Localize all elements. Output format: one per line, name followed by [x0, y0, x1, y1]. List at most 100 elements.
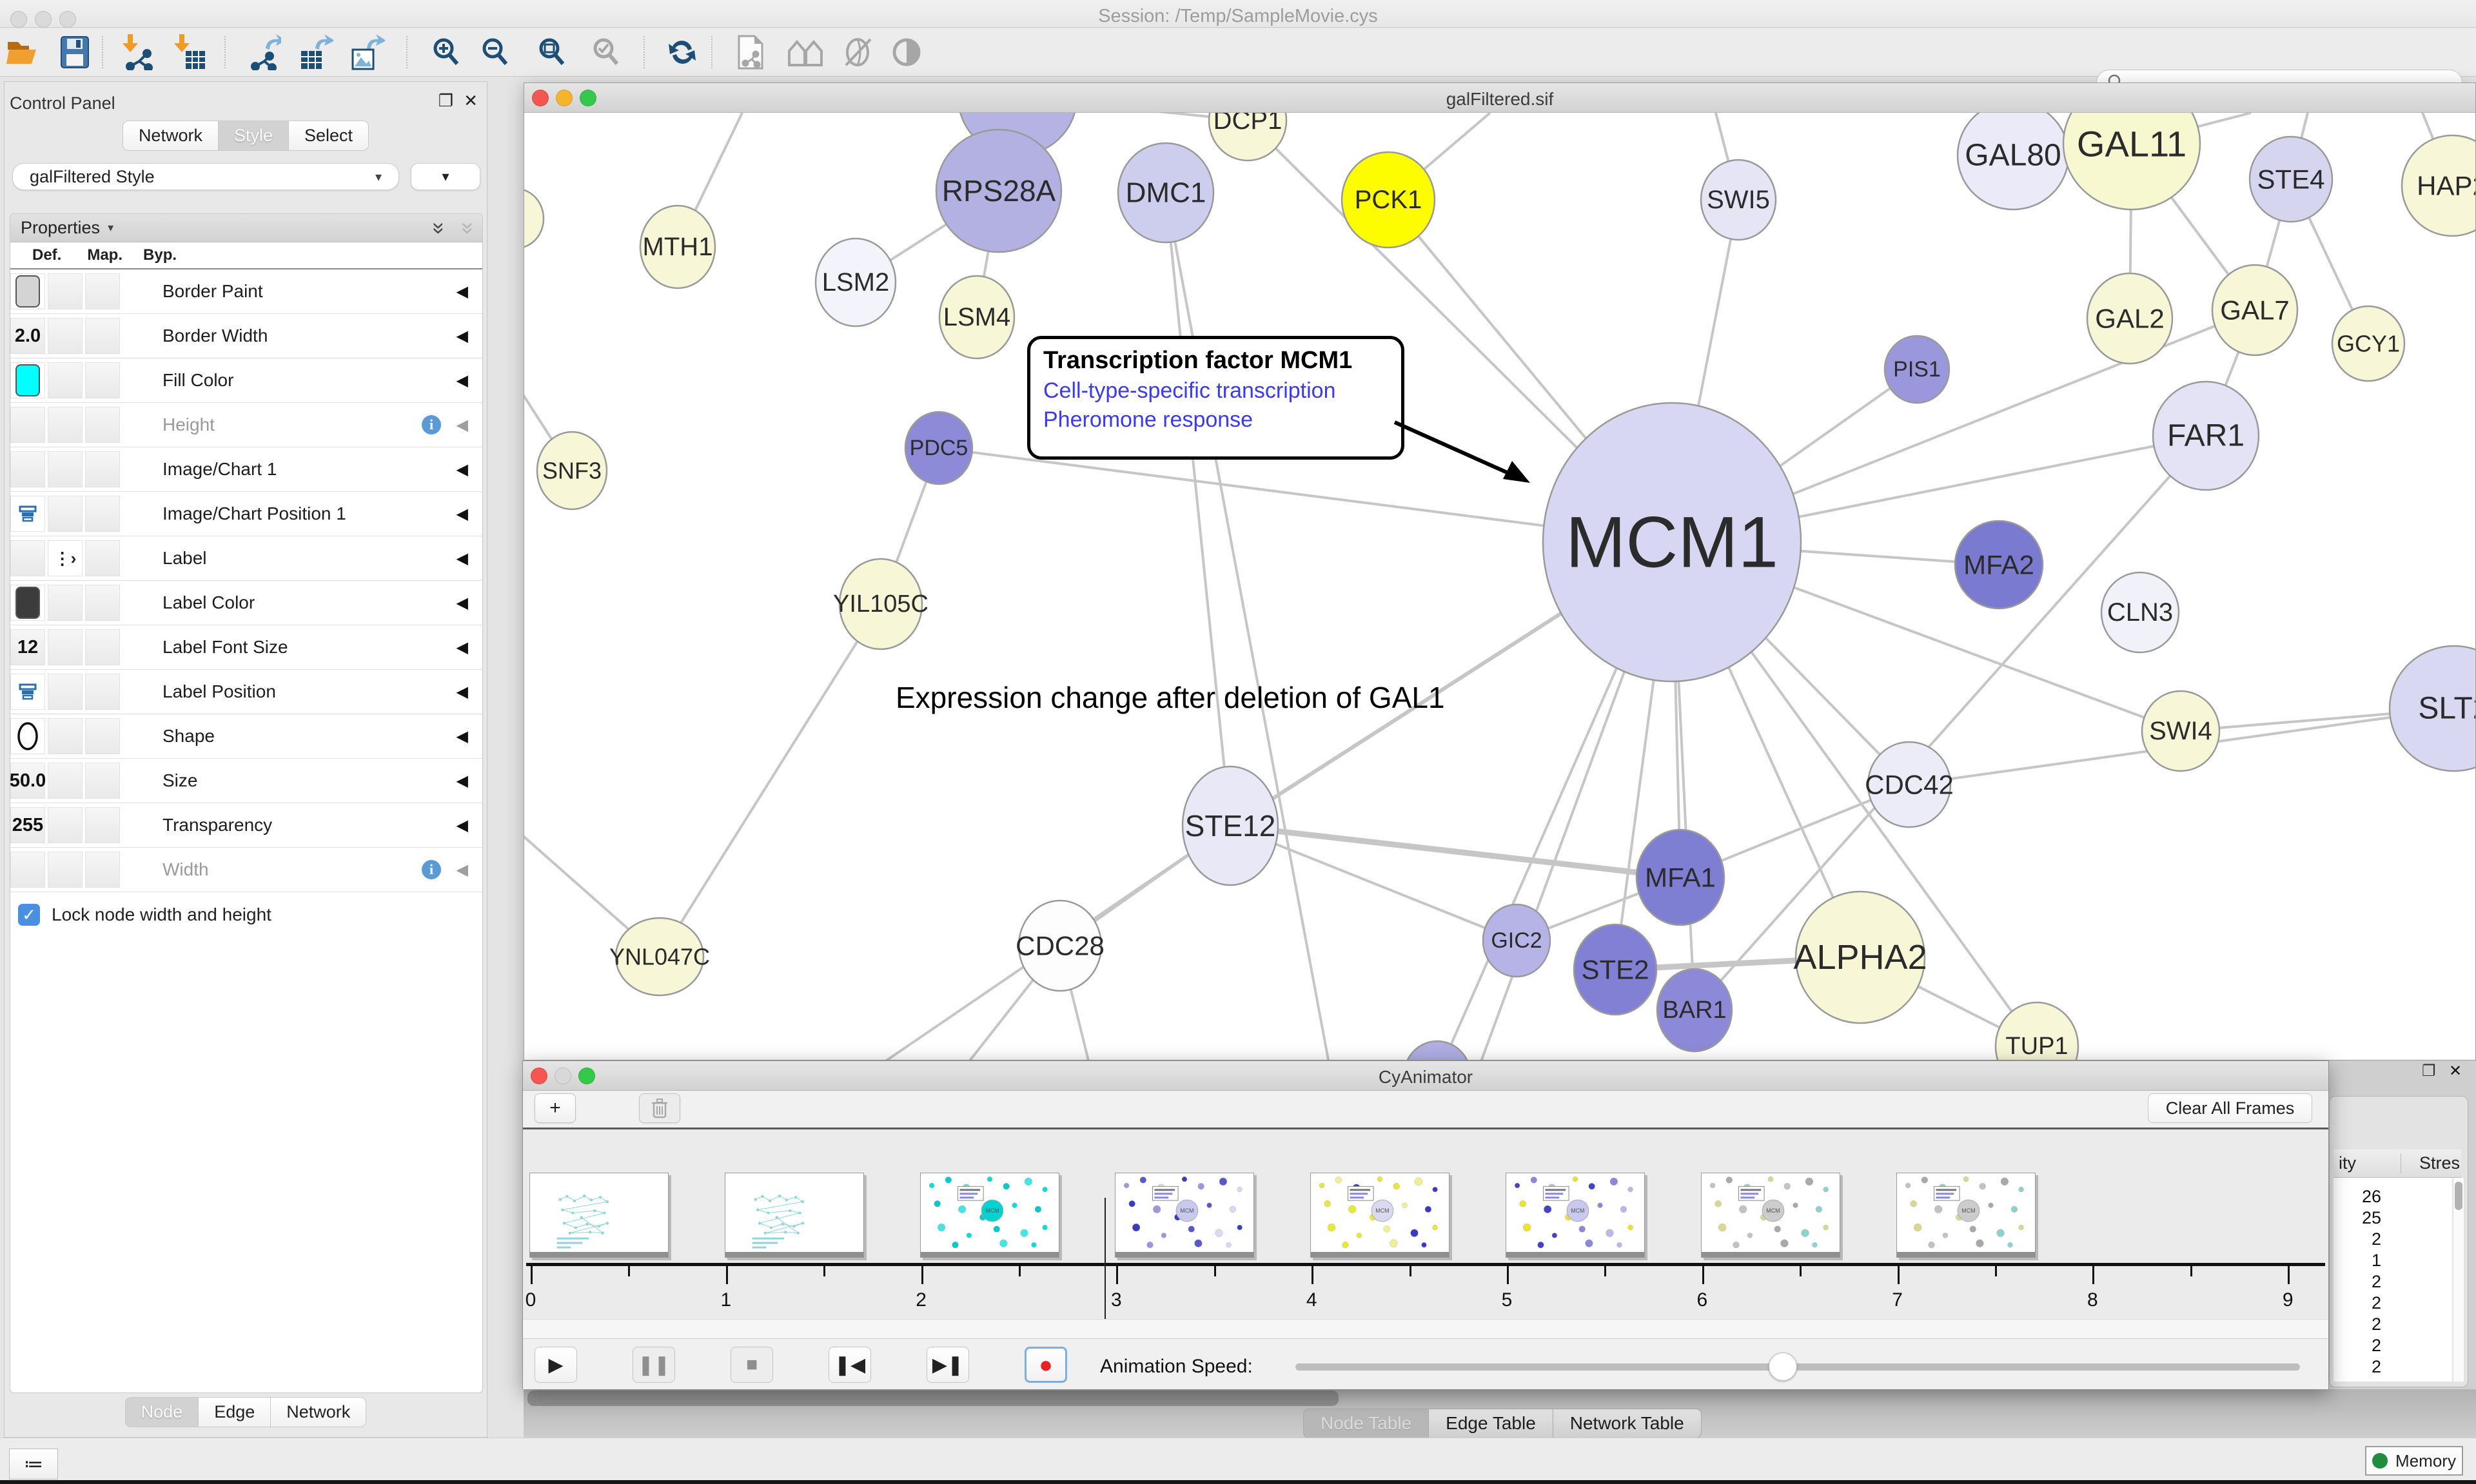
network-node-mth1[interactable]: MTH1 — [640, 206, 715, 288]
frame-thumbnail-1[interactable] — [725, 1173, 864, 1258]
save-session-icon[interactable] — [57, 34, 93, 71]
property-row-image-chart-position-1[interactable]: Image/Chart Position 1◀ — [10, 492, 482, 536]
network-node-swi4[interactable]: SWI4 — [2142, 691, 2219, 771]
property-def-cell[interactable] — [10, 852, 45, 888]
property-byp-cell[interactable] — [85, 318, 120, 354]
network-canvas[interactable]: RPS28ADMC1DCP1PCK1MTH1LSM2LSM4SNF3PDC5YI… — [524, 113, 2475, 1060]
property-row-label-color[interactable]: Label Color◀ — [10, 581, 482, 625]
tab-edge[interactable]: Edge — [198, 1397, 270, 1427]
record-button[interactable]: ● — [1025, 1347, 1067, 1383]
frame-thumbnail-0[interactable] — [529, 1173, 669, 1258]
play-button[interactable]: ▶ — [535, 1347, 577, 1383]
property-row-width[interactable]: Widthi◀ — [10, 848, 482, 892]
property-def-cell[interactable] — [10, 540, 45, 576]
info-icon[interactable]: i — [422, 860, 441, 879]
playhead[interactable] — [1105, 1198, 1106, 1332]
network-node-far1[interactable]: FAR1 — [2153, 382, 2259, 490]
frame-thumbnail-5[interactable]: MCM — [1506, 1173, 1645, 1258]
property-map-cell[interactable] — [48, 496, 83, 532]
property-def-cell[interactable] — [10, 585, 45, 621]
properties-header[interactable]: Properties ▾ « « — [10, 214, 482, 242]
network-file-icon[interactable] — [732, 34, 769, 71]
cyanimator-titlebar[interactable]: CyAnimator — [523, 1061, 2328, 1091]
tab-network-table[interactable]: Network Table — [1553, 1409, 1702, 1438]
info-icon[interactable]: i — [422, 415, 441, 434]
network-node-gal11[interactable]: GAL11 — [2063, 113, 2200, 210]
property-map-cell[interactable] — [48, 852, 83, 888]
property-map-cell[interactable] — [48, 318, 83, 354]
clear-all-frames-button[interactable]: Clear All Frames — [2148, 1093, 2312, 1123]
property-map-cell[interactable] — [48, 273, 83, 309]
network-node-cdc42[interactable]: CDC42 — [1865, 742, 1954, 827]
property-byp-cell[interactable] — [85, 674, 120, 710]
network-node-gal80[interactable]: GAL80 — [1958, 113, 2068, 210]
tab-style[interactable]: Style — [218, 121, 288, 151]
property-map-cell[interactable] — [48, 718, 83, 754]
property-byp-cell[interactable] — [85, 540, 120, 576]
network-window-titlebar[interactable]: galFiltered.sif — [524, 83, 2475, 113]
add-frame-button[interactable]: + — [535, 1093, 576, 1123]
tab-network[interactable]: Network — [123, 121, 218, 151]
network-node-bar1[interactable]: BAR1 — [1657, 969, 1732, 1051]
column-header-stress[interactable]: Stres — [2401, 1153, 2460, 1173]
export-network-icon[interactable] — [246, 34, 282, 71]
animation-speed-slider[interactable] — [1295, 1363, 2300, 1371]
property-def-cell[interactable]: 12 — [10, 629, 45, 665]
slider-knob[interactable] — [1769, 1352, 1797, 1381]
property-row-border-width[interactable]: 2.0Border Width◀ — [10, 314, 482, 358]
frame-thumbnail-7[interactable]: MCM — [1896, 1173, 2036, 1258]
property-row-border-paint[interactable]: Border Paint◀ — [10, 269, 482, 314]
network-node-gic2[interactable]: GIC2 — [1483, 904, 1550, 977]
expand-property-arrow[interactable]: ◀ — [457, 505, 468, 523]
property-byp-cell[interactable] — [85, 451, 120, 487]
network-node-mfa1[interactable]: MFA1 — [1636, 830, 1724, 925]
close-table-panel-icon[interactable]: ✕ — [2449, 1062, 2462, 1080]
property-row-image-chart-1[interactable]: Image/Chart 1◀ — [10, 447, 482, 492]
property-byp-cell[interactable] — [85, 718, 120, 754]
property-row-label-position[interactable]: Label Position◀ — [10, 670, 482, 714]
open-session-icon[interactable] — [5, 34, 41, 71]
zoom-in-icon[interactable] — [428, 34, 464, 71]
collapse-all-icon[interactable]: « — [460, 222, 473, 234]
expand-property-arrow[interactable]: ◀ — [457, 549, 468, 568]
zoom-out-icon[interactable] — [477, 34, 513, 71]
frame-thumbnail-4[interactable]: MCM — [1310, 1173, 1449, 1258]
property-row-size[interactable]: 50.0Size◀ — [10, 759, 482, 803]
property-byp-cell[interactable] — [85, 407, 120, 443]
expand-property-arrow[interactable]: ◀ — [457, 371, 468, 390]
property-byp-cell[interactable] — [85, 763, 120, 799]
expand-property-arrow[interactable]: ◀ — [457, 861, 468, 879]
property-def-cell[interactable] — [10, 718, 45, 754]
property-map-cell[interactable]: ⋮› — [48, 540, 83, 576]
expand-property-arrow[interactable]: ◀ — [457, 772, 468, 790]
property-def-cell[interactable] — [10, 451, 45, 487]
property-def-cell[interactable]: 255 — [10, 807, 45, 843]
property-byp-cell[interactable] — [85, 362, 120, 398]
table-scrollbar[interactable] — [2453, 1178, 2464, 1381]
property-byp-cell[interactable] — [85, 585, 120, 621]
expand-property-arrow[interactable]: ◀ — [457, 638, 468, 657]
delete-frame-button[interactable] — [639, 1093, 680, 1123]
frame-thumbnail-6[interactable]: MCM — [1701, 1173, 1840, 1258]
close-panel-icon[interactable]: ✕ — [464, 91, 478, 111]
annotation-box[interactable]: Transcription factor MCM1 Cell-type-spec… — [1027, 336, 1404, 460]
property-def-cell[interactable] — [10, 273, 45, 309]
tab-node[interactable]: Node — [125, 1397, 199, 1427]
style-options-button[interactable]: ▾ — [411, 163, 480, 190]
network-node-mcm1[interactable]: MCM1 — [1543, 403, 1801, 681]
network-node-cdc28[interactable]: CDC28 — [1016, 901, 1105, 991]
property-def-cell[interactable]: 2.0 — [10, 318, 45, 354]
network-node-lsm4[interactable]: LSM4 — [939, 276, 1014, 358]
memory-button[interactable]: Memory — [2365, 1446, 2463, 1476]
network-node-bot[interactable] — [1404, 1041, 1471, 1060]
annotation-link-2[interactable]: Pheromone response — [1043, 407, 1388, 433]
task-history-button[interactable]: ≔ — [9, 1449, 58, 1479]
property-row-height[interactable]: Heighti◀ — [10, 403, 482, 447]
column-header-centrality[interactable]: ity — [2339, 1153, 2356, 1173]
network-edge[interactable] — [1166, 193, 1329, 1060]
network-node-dmc1[interactable]: DMC1 — [1118, 143, 1213, 242]
expand-property-arrow[interactable]: ◀ — [457, 327, 468, 346]
property-map-cell[interactable] — [48, 629, 83, 665]
property-byp-cell[interactable] — [85, 273, 120, 309]
zoom-selected-icon[interactable] — [588, 34, 624, 71]
